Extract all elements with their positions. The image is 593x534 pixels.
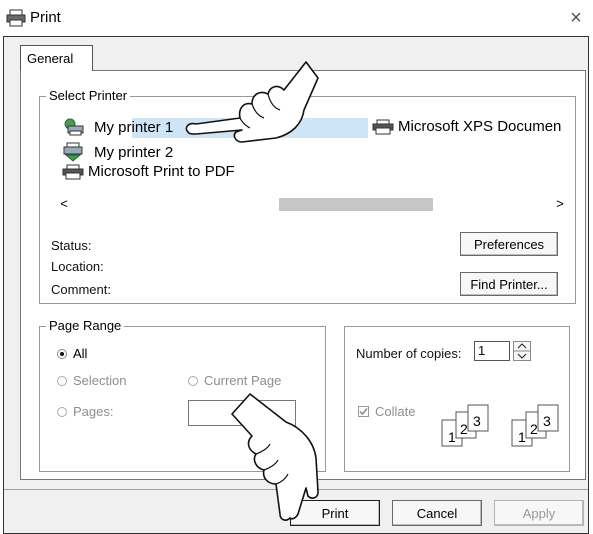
pointing-hand-icon	[231, 393, 319, 521]
printer-item-my-printer-2[interactable]: My printer 2	[62, 142, 173, 162]
scroll-thumb[interactable]	[279, 198, 433, 211]
printer-item-my-printer-1[interactable]: My printer 1	[62, 118, 173, 136]
radio-button[interactable]	[188, 375, 198, 386]
checkbox[interactable]	[358, 406, 369, 417]
status-label: Status:	[51, 238, 92, 253]
radio-all[interactable]: All	[57, 346, 87, 361]
printer-name: Microsoft XPS Documen	[398, 118, 562, 135]
svg-text:1: 1	[448, 429, 456, 445]
scroll-right-arrow[interactable]: >	[550, 193, 570, 215]
svg-text:2: 2	[530, 421, 538, 437]
printer-name: My printer 1	[94, 118, 174, 136]
printer-list-scrollbar[interactable]: < >	[50, 193, 570, 215]
preferences-button[interactable]: Preferences	[460, 232, 558, 256]
radio-pages[interactable]: Pages:	[57, 404, 113, 419]
close-button[interactable]: ×	[563, 5, 589, 31]
group-label: Select Printer	[46, 88, 131, 104]
copies-input[interactable]: 1	[474, 341, 510, 361]
radio-label: Current Page	[204, 373, 282, 388]
collate-pages-icon: 1 2 3	[441, 404, 489, 447]
radio-button[interactable]	[57, 348, 67, 359]
location-label: Location:	[51, 259, 104, 274]
group-label: Page Range	[46, 318, 125, 334]
find-printer-button[interactable]: Find Printer...	[460, 272, 558, 296]
svg-text:3: 3	[543, 413, 551, 429]
cancel-button[interactable]: Cancel	[392, 500, 482, 526]
title-bar: Print ×	[0, 0, 593, 36]
copies-spinner[interactable]	[513, 341, 531, 361]
printer-icon	[372, 119, 394, 134]
copies-label: Number of copies:	[356, 346, 462, 361]
collate-label: Collate	[375, 404, 416, 419]
scroll-left-arrow[interactable]: <	[54, 193, 74, 215]
comment-label: Comment:	[51, 282, 111, 297]
printer-shared-icon	[63, 142, 83, 162]
radio-label: Selection	[73, 373, 127, 388]
svg-text:2: 2	[460, 421, 468, 437]
collate-checkbox[interactable]: Collate	[358, 404, 415, 419]
radio-button[interactable]	[57, 375, 67, 386]
printer-item-xps[interactable]: Microsoft XPS Documen	[372, 118, 561, 135]
window-title: Print	[30, 9, 61, 26]
radio-current-page[interactable]: Current Page	[188, 373, 281, 388]
printer-network-icon	[64, 118, 84, 136]
printer-name: Microsoft Print to PDF	[88, 163, 235, 180]
printer-item-print-to-pdf[interactable]: Microsoft Print to PDF	[62, 163, 235, 180]
radio-label: All	[73, 346, 88, 361]
collate-pages-icon: 1 2 3	[511, 404, 559, 447]
svg-text:1: 1	[518, 429, 526, 445]
radio-label: Pages:	[73, 404, 114, 419]
pointing-hand-icon	[185, 61, 319, 143]
apply-button[interactable]: Apply	[494, 500, 584, 526]
radio-selection[interactable]: Selection	[57, 373, 126, 388]
tab-general[interactable]: General	[20, 45, 93, 71]
printer-icon	[62, 164, 84, 179]
printer-icon	[6, 9, 26, 27]
radio-button[interactable]	[57, 406, 67, 417]
svg-text:3: 3	[473, 413, 481, 429]
printer-name: My printer 2	[94, 143, 174, 161]
tab-label: General	[27, 51, 74, 66]
